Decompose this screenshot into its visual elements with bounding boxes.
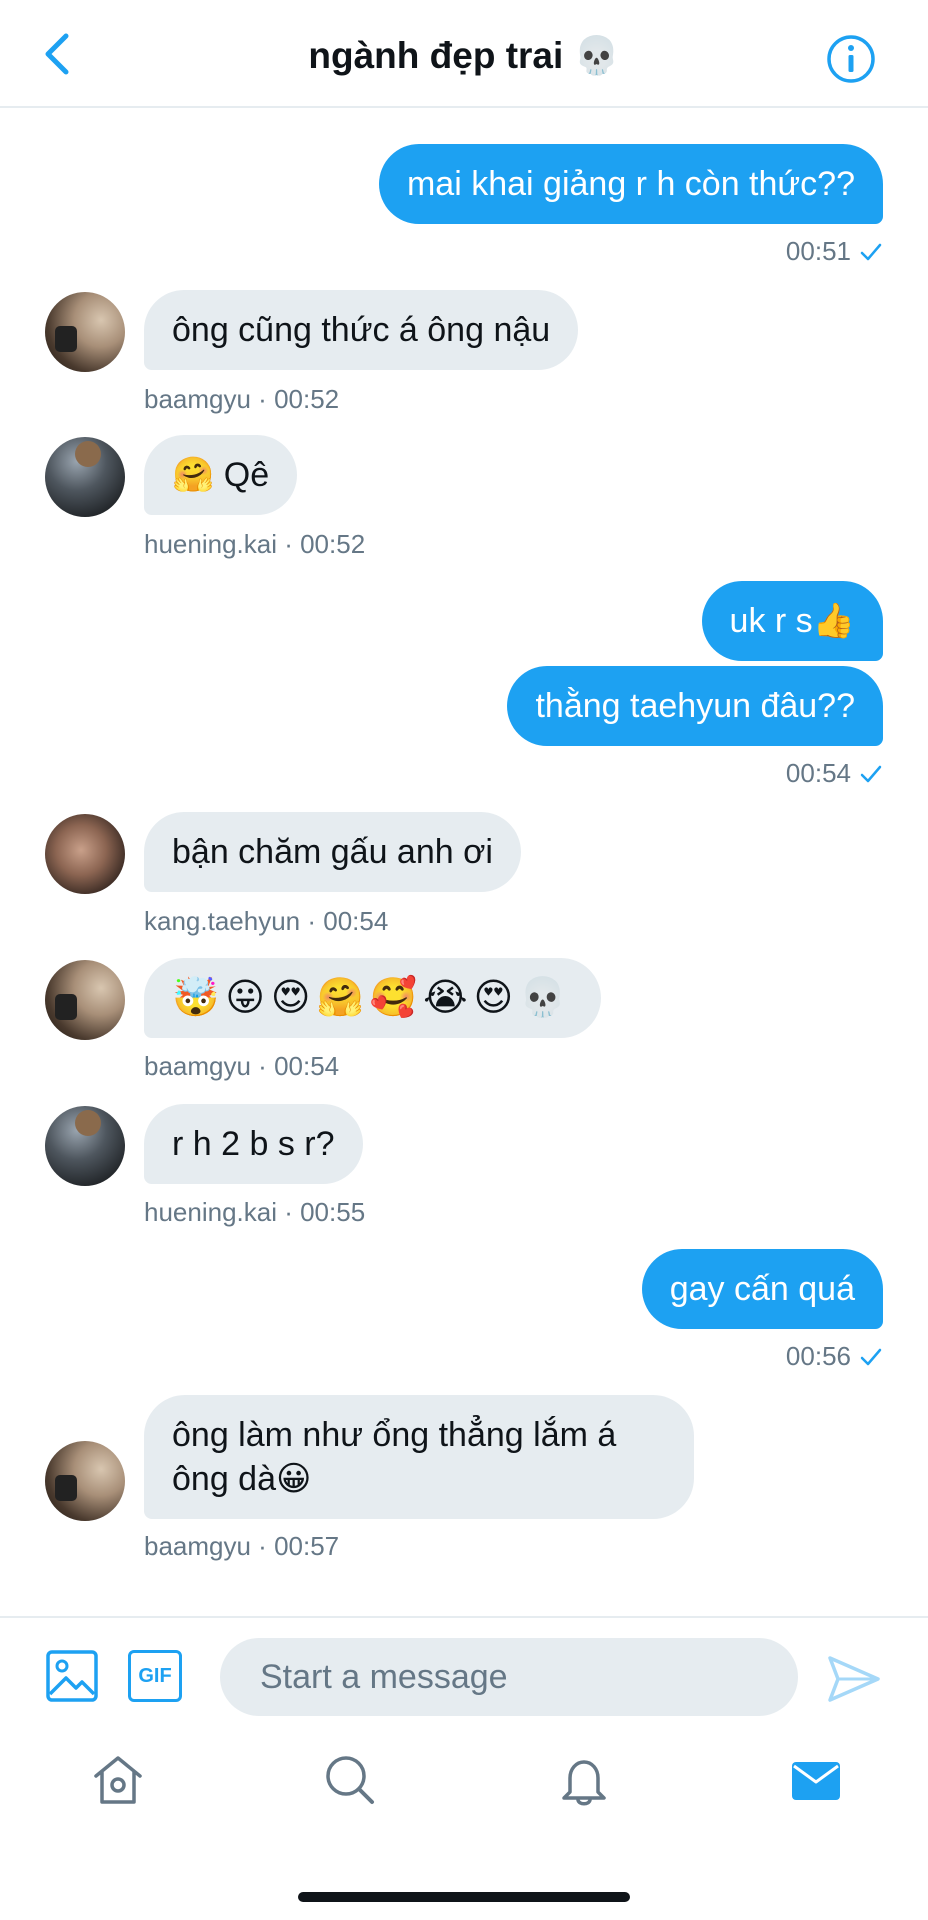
avatar-baamgyu[interactable] [45, 960, 125, 1040]
message-composer: GIF [0, 1616, 928, 1726]
message-time: 00:51 [785, 236, 851, 266]
info-icon [827, 35, 875, 83]
bottom-tab-bar [0, 1740, 928, 1830]
conversation-header: ngành đẹp trai 💀 [0, 0, 928, 108]
message-sender-time: baamgyu · 00:57 [144, 1531, 340, 1561]
avatar-baamgyu[interactable] [45, 1441, 125, 1521]
avatar-baamgyu[interactable] [45, 292, 125, 372]
outgoing-message[interactable]: thằng taehyun đâu?? [507, 666, 883, 746]
send-button[interactable] [826, 1654, 882, 1704]
tab-search[interactable] [318, 1748, 382, 1812]
sent-check-icon [860, 243, 882, 260]
gif-button[interactable]: GIF [128, 1650, 182, 1702]
message-timestamp: 00:56 [786, 1341, 883, 1372]
message-sender-time: kang.taehyun · 00:54 [144, 906, 389, 936]
message-time: 00:54 [785, 758, 851, 788]
message-time: 00:56 [785, 1341, 851, 1371]
incoming-message[interactable]: r h 2 b s r? [144, 1104, 363, 1184]
add-image-button[interactable] [46, 1650, 98, 1702]
search-icon [326, 1756, 374, 1804]
outgoing-message[interactable]: mai khai giảng r h còn thức?? [378, 144, 883, 224]
outgoing-message[interactable]: uk r s👍 [701, 581, 883, 661]
outgoing-message[interactable]: gay cấn quá [641, 1249, 883, 1329]
incoming-message[interactable]: bận chăm gấu anh ơi [144, 812, 521, 892]
sent-check-icon [860, 1348, 882, 1365]
conversation-title: ngành đẹp trai 💀 [308, 35, 620, 76]
tab-messages[interactable] [784, 1748, 848, 1812]
message-sender-time: baamgyu · 00:52 [144, 384, 340, 414]
sent-check-icon [860, 765, 882, 782]
incoming-message[interactable]: 🤯😛😍🤗🥰😭😍💀 [144, 958, 601, 1038]
tab-home[interactable] [86, 1748, 150, 1812]
message-input[interactable] [220, 1638, 798, 1716]
avatar-kang-taehyun[interactable] [45, 814, 125, 894]
tab-notifications[interactable] [552, 1748, 616, 1812]
message-sender-time: huening.kai · 00:55 [144, 1197, 366, 1227]
back-button[interactable] [30, 22, 86, 86]
avatar-huening-kai[interactable] [45, 437, 125, 517]
home-indicator [298, 1892, 630, 1902]
image-icon [46, 1650, 98, 1702]
mail-icon [792, 1762, 840, 1800]
bell-icon [562, 1760, 606, 1806]
send-icon [828, 1656, 880, 1702]
message-sender-time: huening.kai · 00:52 [144, 529, 366, 559]
chevron-left-icon [45, 33, 69, 75]
incoming-message[interactable]: ông làm như ổng thẳng lắm á ông dà😀 [144, 1395, 694, 1519]
message-sender-time: baamgyu · 00:54 [144, 1051, 340, 1081]
incoming-message[interactable]: ông cũng thức á ông nậu [144, 290, 579, 370]
gif-label: GIF [138, 1664, 172, 1687]
incoming-message[interactable]: 🤗 Qê [144, 435, 298, 515]
message-timestamp: 00:54 [786, 758, 883, 789]
message-timestamp: 00:51 [786, 236, 883, 267]
home-icon [94, 1756, 142, 1804]
info-button[interactable] [820, 28, 882, 90]
avatar-huening-kai[interactable] [45, 1106, 125, 1186]
